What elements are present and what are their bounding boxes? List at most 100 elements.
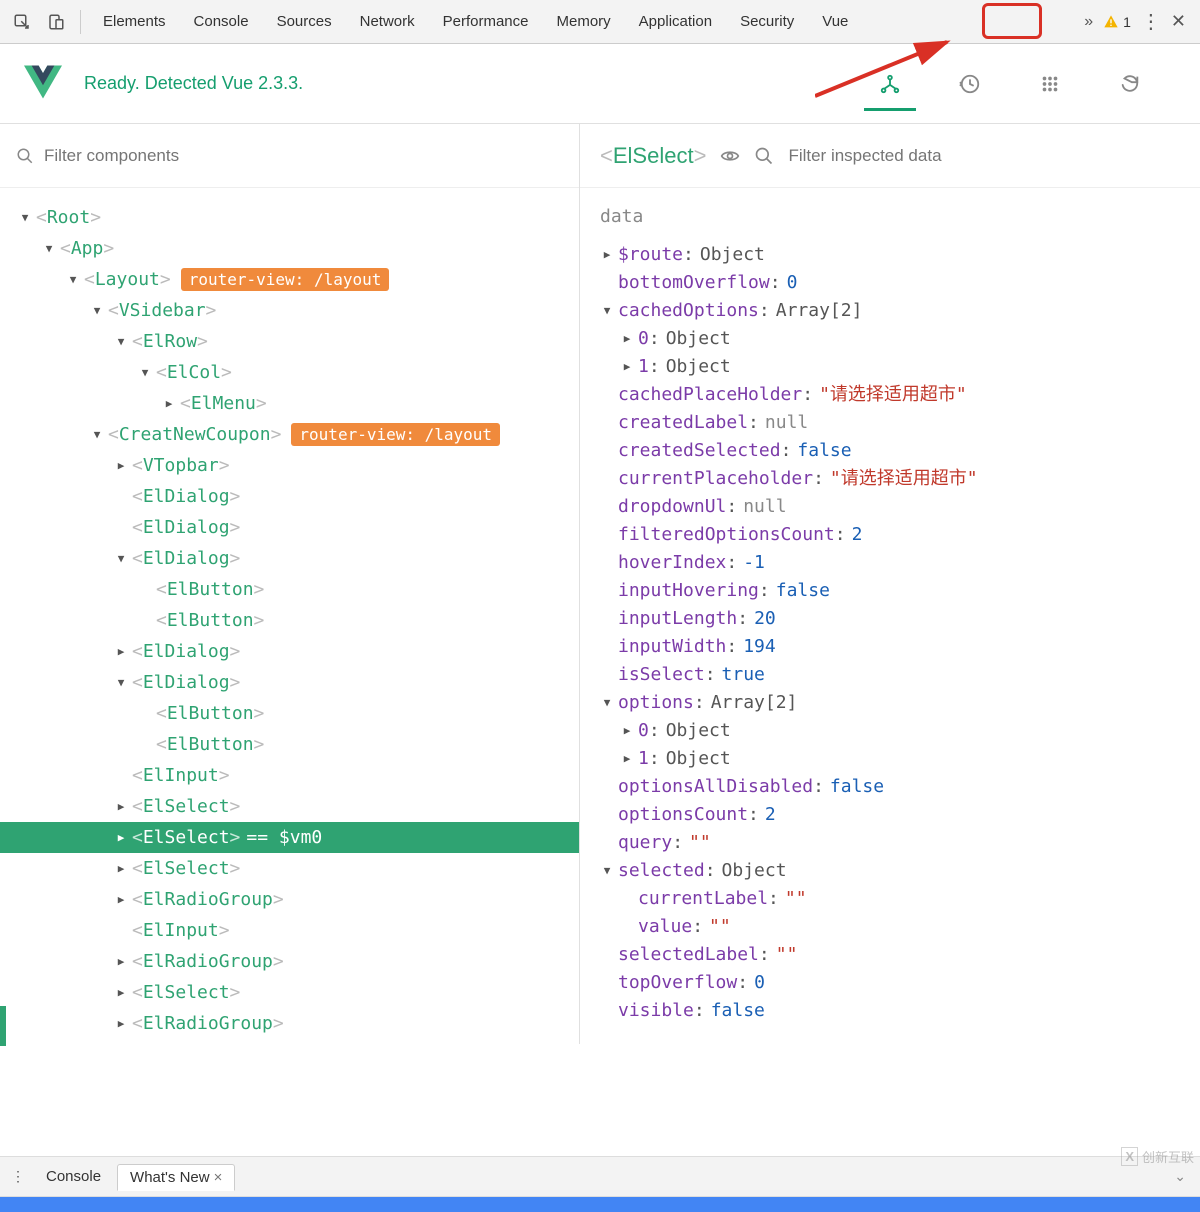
data-row-bottomOverflow[interactable]: bottomOverflow: 0: [600, 269, 1180, 297]
tree-node-vtopbar[interactable]: ▶<VTopbar>: [0, 450, 579, 481]
refresh-icon[interactable]: [1104, 58, 1156, 110]
devtools-tab-sources[interactable]: Sources: [263, 0, 346, 44]
tree-node-eldialog[interactable]: ▼<ElDialog>: [0, 667, 579, 698]
data-row-topOverflow[interactable]: topOverflow: 0: [600, 969, 1180, 997]
warning-indicator[interactable]: 1: [1103, 14, 1131, 30]
warning-count: 1: [1123, 14, 1131, 30]
drawer-menu-icon[interactable]: ⋮: [6, 1168, 30, 1185]
tree-node-elselect[interactable]: ▶<ElSelect>: [0, 791, 579, 822]
data-row-isSelect[interactable]: isSelect: true: [600, 661, 1180, 689]
tree-node-elradiogroup[interactable]: ▶<ElRadioGroup>: [0, 946, 579, 977]
tree-node-elbutton[interactable]: <ElButton>: [0, 698, 579, 729]
tree-node-elbutton[interactable]: <ElButton>: [0, 574, 579, 605]
component-tree-pane: ▼<Root>▼<App>▼<Layout>router-view: /layo…: [0, 124, 580, 1044]
data-row-createdSelected[interactable]: createdSelected: false: [600, 437, 1180, 465]
data-row-query[interactable]: query: "": [600, 829, 1180, 857]
devtools-tab-application[interactable]: Application: [625, 0, 726, 44]
tree-node-eldialog[interactable]: <ElDialog>: [0, 512, 579, 543]
close-tab-icon[interactable]: ×: [214, 1169, 223, 1186]
watermark: X创新互联: [1121, 1147, 1194, 1166]
devtools-tab-security[interactable]: Security: [726, 0, 808, 44]
data-row-currentLabel[interactable]: currentLabel: "": [600, 885, 1180, 913]
search-icon: [16, 147, 34, 165]
vue-logo-icon: [24, 65, 62, 102]
tree-node-eldialog[interactable]: ▼<ElDialog>: [0, 543, 579, 574]
tree-node-elmenu[interactable]: ▶<ElMenu>: [0, 388, 579, 419]
drawer-tab-console[interactable]: Console: [34, 1164, 113, 1189]
data-row-hoverIndex[interactable]: hoverIndex: -1: [600, 549, 1180, 577]
devtools-tab-network[interactable]: Network: [346, 0, 429, 44]
history-tab-icon[interactable]: [944, 58, 996, 110]
vuex-tab-icon[interactable]: [1024, 58, 1076, 110]
data-row-createdLabel[interactable]: createdLabel: null: [600, 409, 1180, 437]
devtools-tab-performance[interactable]: Performance: [429, 0, 543, 44]
devtools-tab-elements[interactable]: Elements: [89, 0, 180, 44]
data-row-inputLength[interactable]: inputLength: 20: [600, 605, 1180, 633]
data-row-filteredOptionsCount[interactable]: filteredOptionsCount: 2: [600, 521, 1180, 549]
tree-node-layout[interactable]: ▼<Layout>router-view: /layout: [0, 264, 579, 295]
search-icon: [754, 146, 774, 166]
close-devtools-icon[interactable]: ✕: [1171, 11, 1186, 32]
data-row-inputHovering[interactable]: inputHovering: false: [600, 577, 1180, 605]
tree-node-elselect[interactable]: ▶<ElSelect>: [0, 853, 579, 884]
data-row-options[interactable]: ▼options: Array[2]: [600, 689, 1180, 717]
eye-icon[interactable]: [720, 146, 740, 166]
data-row-optionsCount[interactable]: optionsCount: 2: [600, 801, 1180, 829]
selection-indicator: [0, 1006, 6, 1046]
devtools-tab-memory[interactable]: Memory: [543, 0, 625, 44]
tree-node-eldialog[interactable]: <ElDialog>: [0, 481, 579, 512]
data-row-optionsAllDisabled[interactable]: optionsAllDisabled: false: [600, 773, 1180, 801]
overflow-icon[interactable]: »: [1084, 13, 1093, 31]
devtools-tab-vue[interactable]: Vue: [808, 0, 862, 44]
tree-node-elradiogroup[interactable]: ▶<ElRadioGroup>: [0, 884, 579, 915]
selected-component-bar: <ElSelect>: [580, 124, 1200, 188]
tree-node-elselect[interactable]: ▶<ElSelect>: [0, 977, 579, 1008]
devtools-tabbar: ElementsConsoleSourcesNetworkPerformance…: [0, 0, 1200, 44]
tree-node-root[interactable]: ▼<Root>: [0, 202, 579, 233]
data-row-0[interactable]: ▶0: Object: [600, 325, 1180, 353]
data-section-header: data: [600, 206, 1180, 227]
selected-component-name: <ElSelect>: [600, 143, 706, 169]
data-row-$route[interactable]: ▶$route: Object: [600, 241, 1180, 269]
tree-node-vsidebar[interactable]: ▼<VSidebar>: [0, 295, 579, 326]
tree-node-eldatepicker[interactable]: ▶<ElDatePicker>: [0, 1039, 579, 1044]
data-row-inputWidth[interactable]: inputWidth: 194: [600, 633, 1180, 661]
tree-node-elinput[interactable]: <ElInput>: [0, 915, 579, 946]
filter-components-input[interactable]: [44, 146, 563, 166]
data-row-1[interactable]: ▶1: Object: [600, 353, 1180, 381]
data-row-1[interactable]: ▶1: Object: [600, 745, 1180, 773]
tree-node-elrow[interactable]: ▼<ElRow>: [0, 326, 579, 357]
data-panel[interactable]: data ▶$route: ObjectbottomOverflow: 0▼ca…: [580, 188, 1200, 1044]
tree-node-elradiogroup[interactable]: ▶<ElRadioGroup>: [0, 1008, 579, 1039]
data-row-cachedOptions[interactable]: ▼cachedOptions: Array[2]: [600, 297, 1180, 325]
component-tree[interactable]: ▼<Root>▼<App>▼<Layout>router-view: /layo…: [0, 188, 579, 1044]
tree-node-elbutton[interactable]: <ElButton>: [0, 605, 579, 636]
data-row-selected[interactable]: ▼selected: Object: [600, 857, 1180, 885]
collapse-drawer-icon[interactable]: ⌄: [1174, 1168, 1186, 1185]
data-row-value[interactable]: value: "": [600, 913, 1180, 941]
tree-node-eldialog[interactable]: ▶<ElDialog>: [0, 636, 579, 667]
tree-node-app[interactable]: ▼<App>: [0, 233, 579, 264]
data-row-dropdownUl[interactable]: dropdownUl: null: [600, 493, 1180, 521]
vue-status-text: Ready. Detected Vue 2.3.3.: [84, 73, 303, 94]
device-toggle-icon[interactable]: [40, 6, 72, 38]
tree-node-elinput[interactable]: <ElInput>: [0, 760, 579, 791]
tree-node-elselect[interactable]: ▶<ElSelect> == $vm0: [0, 822, 579, 853]
tree-node-elcol[interactable]: ▼<ElCol>: [0, 357, 579, 388]
data-row-cachedPlaceHolder[interactable]: cachedPlaceHolder: "请选择适用超市": [600, 381, 1180, 409]
data-row-selectedLabel[interactable]: selectedLabel: "": [600, 941, 1180, 969]
tree-node-creatnewcoupon[interactable]: ▼<CreatNewCoupon>router-view: /layout: [0, 419, 579, 450]
data-row-0[interactable]: ▶0: Object: [600, 717, 1180, 745]
data-row-currentPlaceholder[interactable]: currentPlaceholder: "请选择适用超市": [600, 465, 1180, 493]
data-row-visible[interactable]: visible: false: [600, 997, 1180, 1025]
kebab-menu-icon[interactable]: ⋮: [1141, 9, 1161, 34]
devtools-drawer: ⋮ Console What's New× ⌄: [0, 1156, 1200, 1212]
devtools-tab-console[interactable]: Console: [180, 0, 263, 44]
drawer-tab-whatsnew[interactable]: What's New×: [117, 1164, 235, 1191]
filter-components-bar: [0, 124, 579, 188]
vue-devtools-bar: Ready. Detected Vue 2.3.3.: [0, 44, 1200, 124]
filter-data-input[interactable]: [788, 146, 1180, 166]
tree-node-elbutton[interactable]: <ElButton>: [0, 729, 579, 760]
components-tab-icon[interactable]: [864, 59, 916, 111]
inspect-icon[interactable]: [6, 6, 38, 38]
